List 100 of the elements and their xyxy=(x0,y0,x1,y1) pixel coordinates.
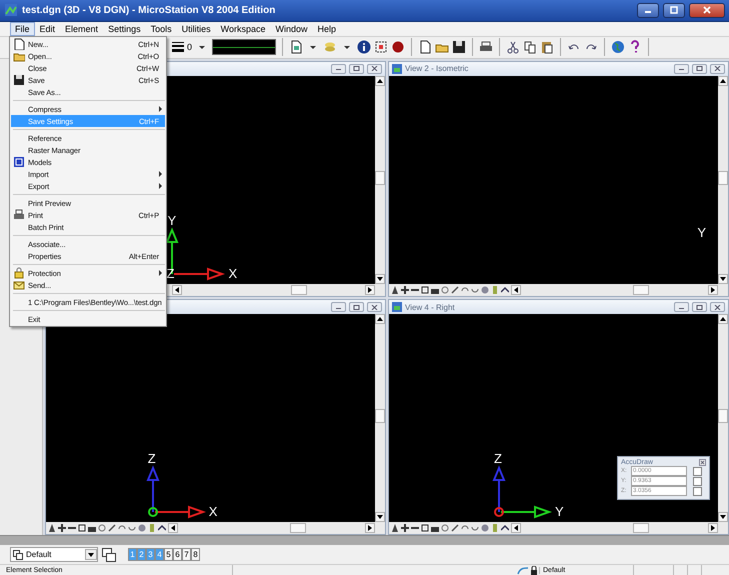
close-icon[interactable] xyxy=(699,459,706,466)
scroll-thumb[interactable] xyxy=(290,523,306,534)
menu-title[interactable]: Utilities xyxy=(176,22,216,36)
lock-checkbox[interactable] xyxy=(693,476,702,486)
scroll-thumb[interactable] xyxy=(632,523,649,534)
maximize-button[interactable] xyxy=(349,302,364,312)
scissors-icon[interactable] xyxy=(506,40,520,54)
view-button[interactable]: 6 xyxy=(173,548,182,562)
axis-label: X xyxy=(208,505,218,518)
view-tool-icon[interactable] xyxy=(401,524,409,532)
line-weight-value: 0 xyxy=(187,42,192,52)
menu-title[interactable]: File xyxy=(10,22,35,36)
menu-title[interactable]: Settings xyxy=(103,22,146,36)
scroll-left-button[interactable] xyxy=(511,523,521,534)
menu-title[interactable]: Help xyxy=(312,22,342,36)
scroll-down-button[interactable] xyxy=(718,274,728,284)
scroll-left-button[interactable] xyxy=(511,285,521,295)
minimize-button[interactable] xyxy=(674,64,689,74)
minimize-button[interactable] xyxy=(637,2,659,18)
lock-checkbox[interactable] xyxy=(693,486,702,496)
view-tool-icon[interactable] xyxy=(58,524,66,532)
maximize-button[interactable] xyxy=(663,2,685,18)
caret-icon xyxy=(88,552,94,558)
scroll-thumb[interactable] xyxy=(375,170,385,185)
page-icon[interactable] xyxy=(289,40,304,54)
windows-icon[interactable] xyxy=(102,548,116,562)
menu-title[interactable]: Window xyxy=(270,22,312,36)
scroll-thumb[interactable] xyxy=(375,408,385,423)
view-set-dropdown[interactable]: Default xyxy=(10,547,98,562)
menu-title[interactable]: Element xyxy=(60,22,104,36)
printer-icon xyxy=(13,209,25,221)
menu-title[interactable]: Edit xyxy=(34,22,60,36)
line-weight-icon xyxy=(172,42,184,52)
scroll-thumb[interactable] xyxy=(632,285,649,295)
lock-icon xyxy=(529,566,539,575)
submenu-arrow-icon xyxy=(157,270,165,276)
globe-icon[interactable] xyxy=(611,40,626,54)
lock-checkbox[interactable] xyxy=(693,466,702,476)
scroll-up-button[interactable] xyxy=(375,314,385,324)
scroll-right-button[interactable] xyxy=(365,285,375,295)
scroll-up-button[interactable] xyxy=(718,314,728,324)
view-button[interactable]: 8 xyxy=(191,548,200,562)
scroll-down-button[interactable] xyxy=(718,512,728,522)
menu-title[interactable]: Workspace xyxy=(216,22,270,36)
maximize-icon xyxy=(696,304,703,310)
scroll-arrow-icon xyxy=(377,78,383,84)
close-button[interactable] xyxy=(689,2,725,18)
maximize-icon xyxy=(696,66,703,72)
close-icon xyxy=(703,6,711,14)
scroll-thumb[interactable] xyxy=(718,408,728,423)
scroll-arrow-icon xyxy=(513,525,519,532)
clipboard-icon[interactable] xyxy=(540,40,554,54)
scroll-thumb[interactable] xyxy=(291,285,308,295)
view-tool-icon[interactable] xyxy=(391,524,399,532)
line-style-swatch[interactable] xyxy=(212,39,276,56)
scroll-left-button[interactable] xyxy=(168,523,178,534)
scroll-down-button[interactable] xyxy=(375,512,385,522)
windows-icon xyxy=(13,550,23,560)
close-button[interactable] xyxy=(710,64,725,74)
minimize-icon xyxy=(678,66,685,72)
close-button[interactable] xyxy=(710,302,725,312)
maximize-button[interactable] xyxy=(349,64,364,74)
scroll-thumb[interactable] xyxy=(718,170,728,185)
close-icon xyxy=(714,66,721,72)
scroll-up-button[interactable] xyxy=(375,76,385,86)
scroll-arrow-icon xyxy=(174,287,180,293)
copy-icon[interactable] xyxy=(523,40,538,54)
ball-icon[interactable] xyxy=(391,40,406,54)
scroll-right-button[interactable] xyxy=(365,523,375,534)
maximize-icon xyxy=(670,6,678,14)
axis-label: Y xyxy=(697,225,706,240)
minimize-button[interactable] xyxy=(331,64,346,74)
scroll-right-button[interactable] xyxy=(708,285,718,295)
close-button[interactable] xyxy=(367,64,382,74)
cube-icon xyxy=(13,156,25,168)
close-button[interactable] xyxy=(367,302,382,312)
frame-icon[interactable] xyxy=(374,40,388,54)
axis-label: Y xyxy=(554,505,564,518)
view-tool-icon[interactable] xyxy=(401,286,409,294)
view-button[interactable]: 5 xyxy=(164,548,173,562)
minimize-button[interactable] xyxy=(331,302,346,312)
info-icon[interactable] xyxy=(357,40,372,54)
view-tool-icon[interactable] xyxy=(48,524,56,532)
scroll-up-button[interactable] xyxy=(718,76,728,86)
scroll-left-button[interactable] xyxy=(172,285,182,295)
scroll-down-button[interactable] xyxy=(375,274,385,284)
scroll-right-button[interactable] xyxy=(708,523,718,534)
close-icon xyxy=(371,66,378,72)
snap-icon xyxy=(517,566,529,575)
maximize-icon xyxy=(353,304,360,310)
app-icon xyxy=(4,3,18,18)
view-button[interactable]: 7 xyxy=(182,548,191,562)
view-title: View 4 - Right xyxy=(405,302,456,312)
maximize-button[interactable] xyxy=(692,302,707,312)
menu-title[interactable]: Tools xyxy=(146,22,177,36)
maximize-button[interactable] xyxy=(692,64,707,74)
minimize-button[interactable] xyxy=(674,302,689,312)
dropdown-button[interactable] xyxy=(85,549,97,560)
view-tool-icon[interactable] xyxy=(391,286,399,294)
page-icon[interactable] xyxy=(418,40,432,54)
